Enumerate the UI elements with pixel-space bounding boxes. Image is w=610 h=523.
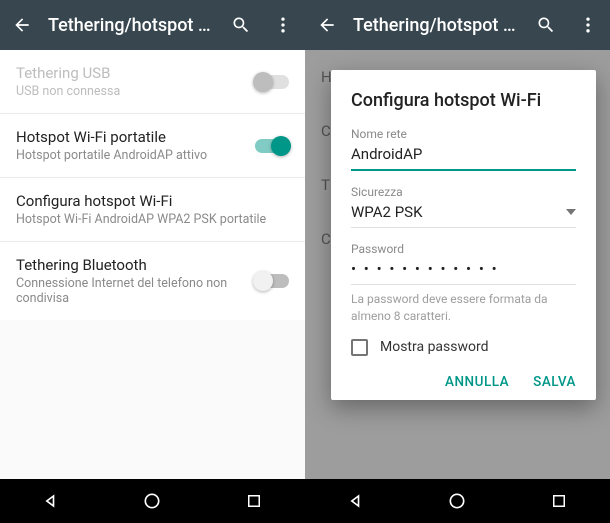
network-name-field[interactable]: Nome rete AndroidAP: [351, 127, 576, 171]
nav-back-icon[interactable]: [345, 490, 367, 512]
security-field[interactable]: Sicurezza WPA2 PSK: [351, 185, 576, 228]
chevron-down-icon: [566, 209, 576, 215]
field-label: Nome rete: [351, 127, 576, 141]
app-bar: Tethering/hotspot p...: [305, 0, 610, 50]
back-icon[interactable]: [315, 13, 339, 37]
hotspot-wifi-item[interactable]: Hotspot Wi-Fi portatile Hotspot portatil…: [0, 114, 305, 178]
item-title: Tethering Bluetooth: [16, 256, 255, 274]
overflow-menu-icon[interactable]: [576, 13, 600, 37]
appbar-title: Tethering/hotspot p...: [34, 15, 229, 36]
tethering-usb-item: Tethering USB USB non connessa: [0, 50, 305, 114]
password-field[interactable]: Password • • • • • • • • • • • • La pass…: [351, 242, 576, 325]
network-name-input[interactable]: AndroidAP: [351, 145, 576, 171]
tethering-bluetooth-item[interactable]: Tethering Bluetooth Connessione Internet…: [0, 242, 305, 320]
navigation-bar: [305, 479, 610, 523]
nav-home-icon[interactable]: [446, 490, 468, 512]
security-value: WPA2 PSK: [351, 203, 422, 221]
app-bar: Tethering/hotspot p...: [0, 0, 305, 50]
settings-screen: Tethering/hotspot p... Tethering USB USB…: [0, 0, 305, 523]
appbar-title: Tethering/hotspot p...: [339, 15, 534, 36]
bluetooth-toggle[interactable]: [255, 274, 289, 288]
field-label: Sicurezza: [351, 185, 576, 199]
nav-back-icon[interactable]: [40, 490, 62, 512]
item-subtitle: Connessione Internet del telefono non co…: [16, 276, 255, 306]
show-password-checkbox[interactable]: [351, 339, 368, 356]
search-icon[interactable]: [534, 13, 558, 37]
nav-recent-icon[interactable]: [548, 490, 570, 512]
password-input[interactable]: • • • • • • • • • • • •: [351, 260, 576, 285]
item-title: Configura hotspot Wi-Fi: [16, 192, 289, 210]
item-subtitle: Hotspot portatile AndroidAP attivo: [16, 148, 255, 163]
item-subtitle: USB non connessa: [16, 84, 255, 99]
nav-recent-icon[interactable]: [243, 490, 265, 512]
usb-toggle: [255, 75, 289, 89]
field-label: Password: [351, 242, 576, 256]
show-password-label: Mostra password: [380, 339, 489, 355]
save-button[interactable]: SALVA: [533, 374, 576, 390]
cancel-button[interactable]: ANNULLA: [445, 374, 509, 390]
item-subtitle: Hotspot Wi-Fi AndroidAP WPA2 PSK portati…: [16, 212, 289, 227]
configure-hotspot-dialog: Configura hotspot Wi-Fi Nome rete Androi…: [331, 70, 596, 400]
security-dropdown[interactable]: WPA2 PSK: [351, 203, 576, 228]
show-password-row[interactable]: Mostra password: [351, 339, 576, 356]
item-title: Tethering USB: [16, 64, 255, 82]
password-helper-text: La password deve essere formata da almen…: [351, 291, 576, 325]
settings-list: Tethering USB USB non connessa Hotspot W…: [0, 50, 305, 320]
configure-hotspot-item[interactable]: Configura hotspot Wi-Fi Hotspot Wi-Fi An…: [0, 178, 305, 242]
dialog-title: Configura hotspot Wi-Fi: [351, 90, 576, 111]
wifi-hotspot-toggle[interactable]: [255, 139, 289, 153]
nav-home-icon[interactable]: [141, 490, 163, 512]
search-icon[interactable]: [229, 13, 253, 37]
overflow-menu-icon[interactable]: [271, 13, 295, 37]
item-title: Hotspot Wi-Fi portatile: [16, 128, 255, 146]
back-icon[interactable]: [10, 13, 34, 37]
dialog-screen: Tethering/hotspot p... H C T C Configura…: [305, 0, 610, 523]
navigation-bar: [0, 479, 305, 523]
